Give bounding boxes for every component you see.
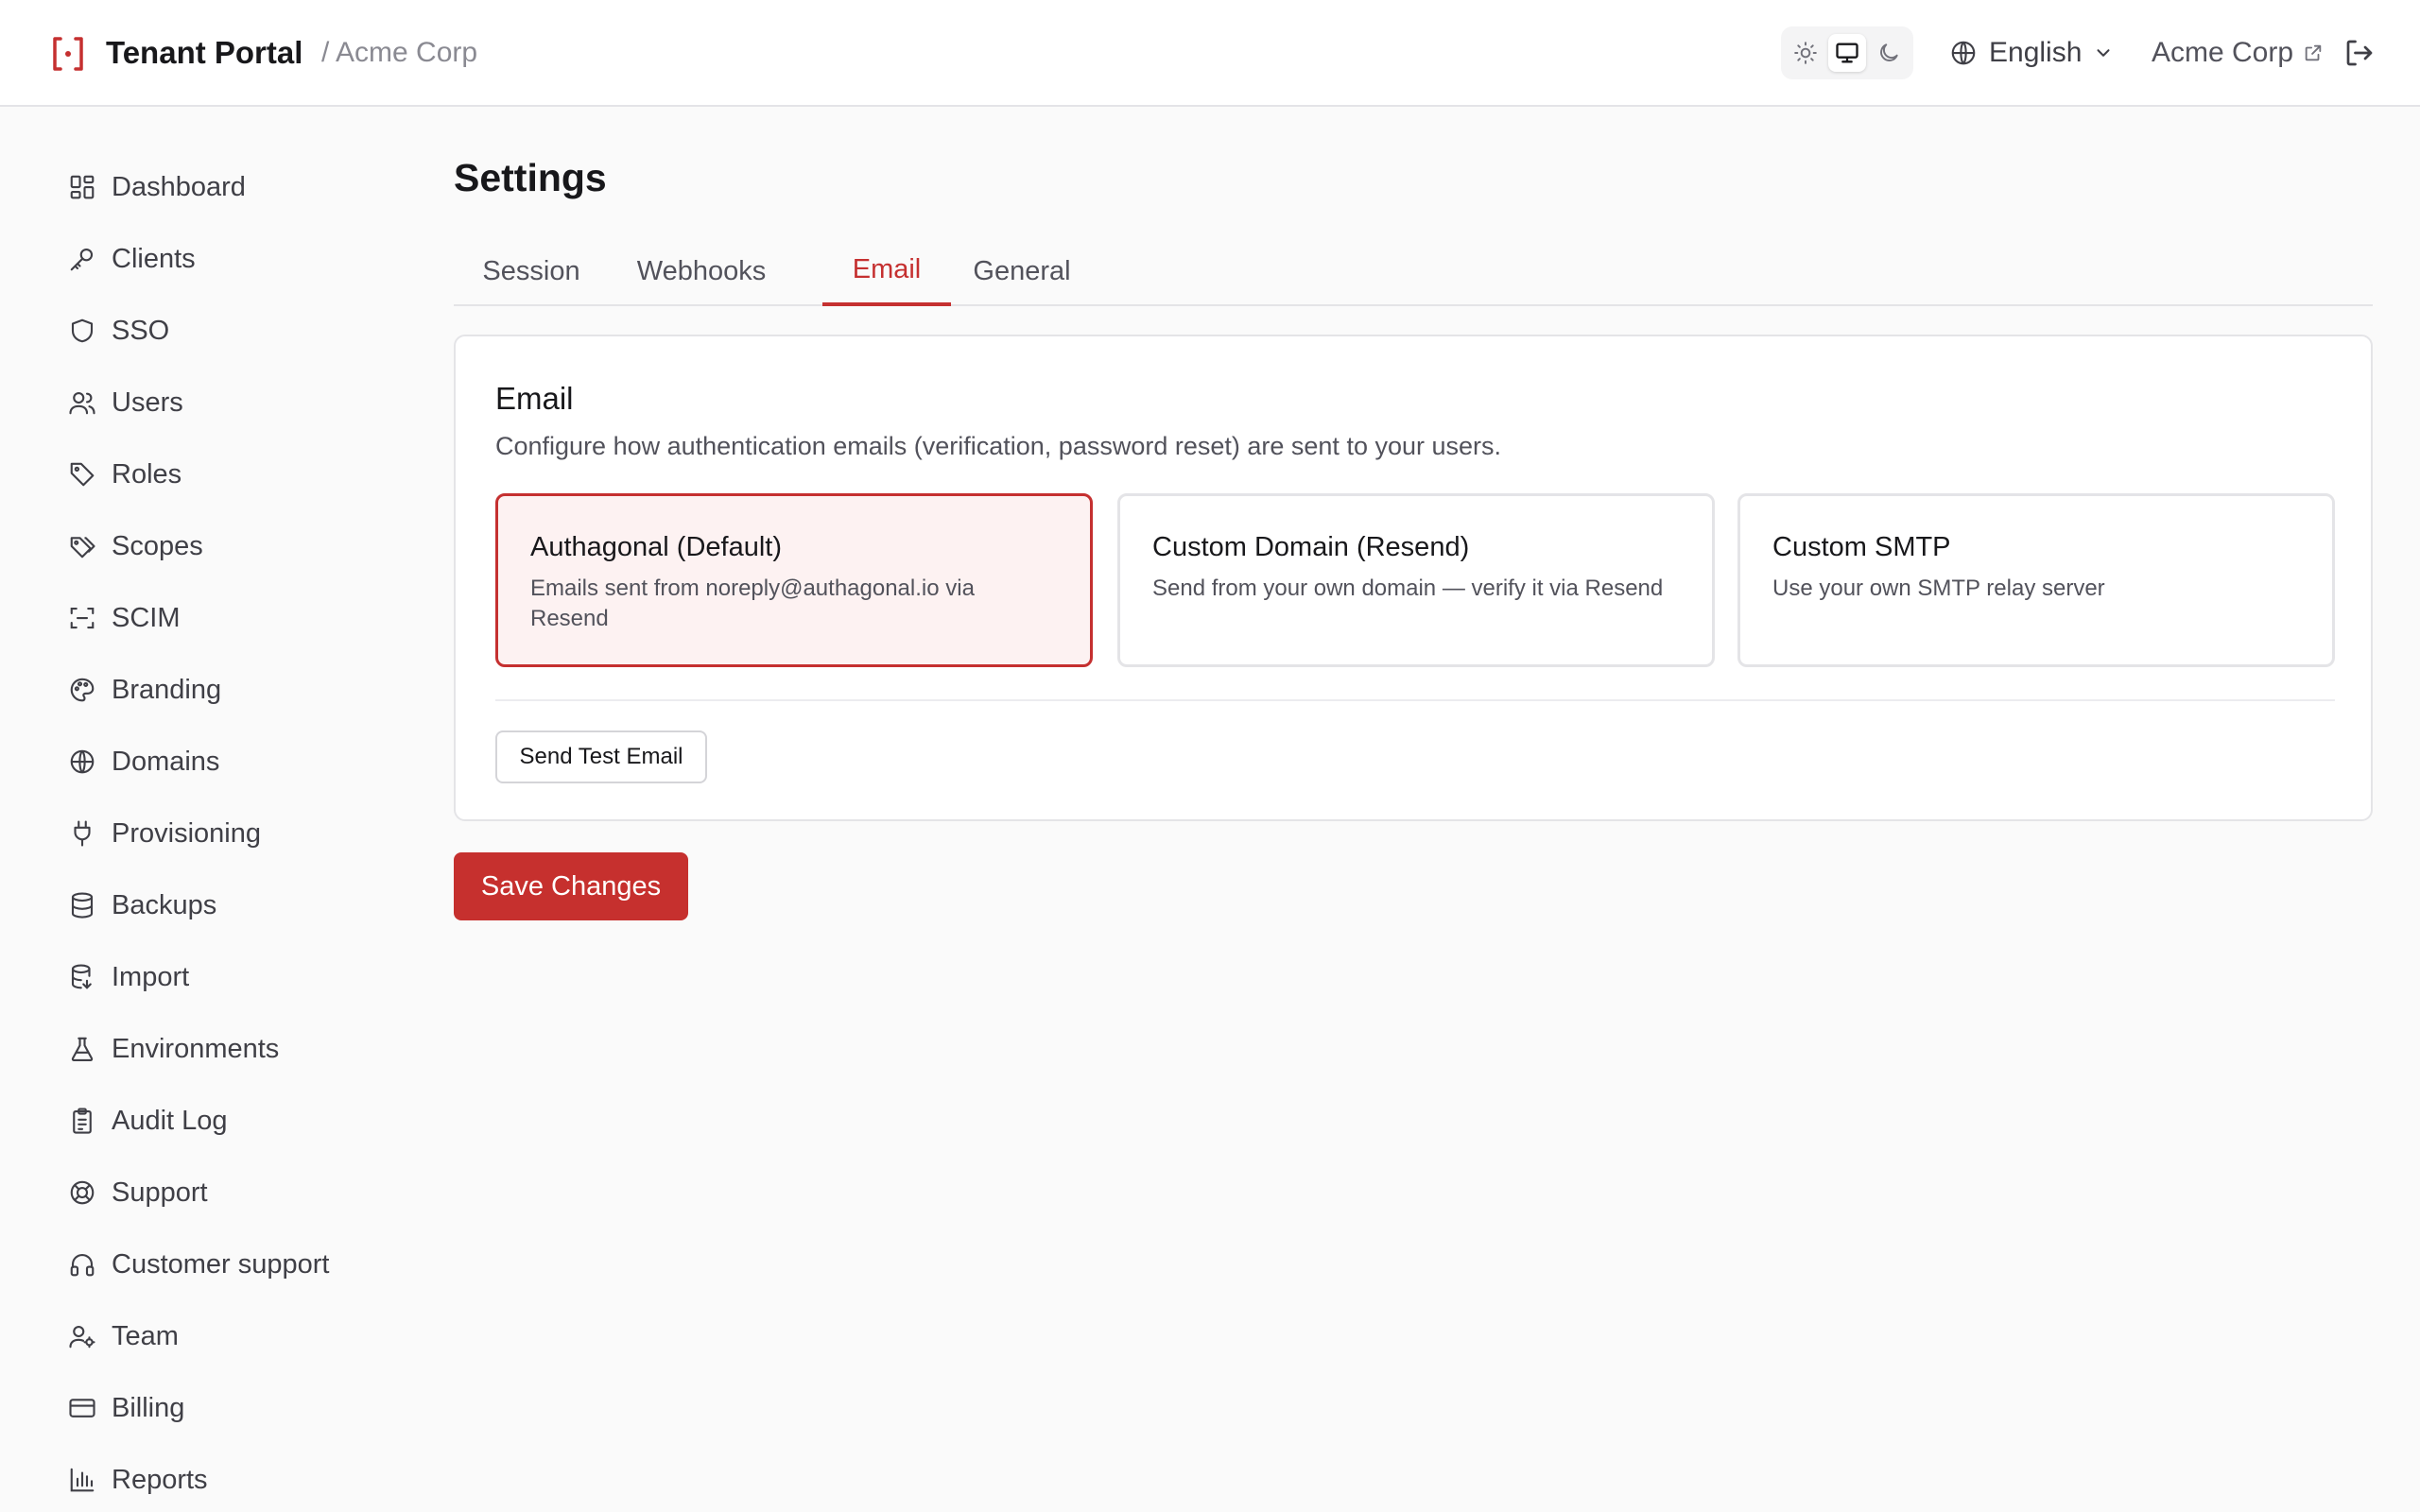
sidebar-item-label: Billing [112, 1392, 185, 1423]
sidebar-item-label: Backups [112, 889, 217, 920]
scan-icon [70, 607, 95, 629]
bar-chart-icon [70, 1468, 95, 1492]
palette-icon [70, 678, 95, 702]
sidebar-item-label: Branding [112, 674, 222, 705]
sidebar-item-label: Clients [112, 243, 196, 274]
sidebar-item-label: Reports [112, 1464, 208, 1495]
clipboard-icon [73, 1108, 92, 1134]
sidebar-item-scim[interactable]: SCIM [53, 589, 374, 647]
email-option-custom-domain[interactable]: Custom Domain (Resend) Send from your ow… [1117, 493, 1715, 667]
option-title: Custom SMTP [1772, 532, 1951, 562]
email-option-authagonal[interactable]: Authagonal (Default) Emails sent from no… [495, 493, 1093, 667]
sidebar-item-label: Users [112, 387, 183, 418]
plug-icon [74, 820, 91, 847]
monitor-icon [1836, 43, 1858, 63]
page-title: Settings [454, 156, 607, 199]
key-icon [70, 248, 94, 271]
tab-webhooks[interactable]: Webhooks [609, 236, 794, 306]
option-description: Use your own SMTP relay server [1772, 576, 2105, 601]
tab-general[interactable]: General [951, 236, 1093, 306]
sidebar-item-label: Import [112, 961, 190, 992]
sidebar: Dashboard Clients SSO Users Roles Scopes… [0, 109, 397, 1512]
option-description: Emails sent from noreply@authagonal.io v… [530, 576, 975, 631]
sidebar-item-label: SSO [112, 315, 170, 346]
sidebar-item-provisioning[interactable]: Provisioning [53, 804, 374, 863]
logout-icon[interactable] [2342, 36, 2377, 70]
logo-icon [53, 37, 83, 71]
option-title: Authagonal (Default) [530, 532, 782, 562]
user-cog-icon [69, 1325, 95, 1349]
option-description: Send from your own domain — verify it vi… [1152, 576, 1664, 601]
sidebar-item-label: Dashboard [112, 171, 246, 202]
globe-icon [70, 749, 95, 774]
tab-email[interactable]: Email [822, 236, 951, 306]
flask-icon [71, 1037, 94, 1061]
sidebar-item-customer-support[interactable]: Customer support [53, 1235, 374, 1294]
save-changes-button[interactable]: Save Changes [454, 852, 688, 920]
lifebuoy-icon [70, 1180, 95, 1205]
email-settings-card: Email Configure how authentication email… [454, 335, 2373, 821]
settings-tabs: Session Webhooks Email General [454, 236, 2373, 306]
globe-icon [1951, 41, 1976, 65]
shield-icon [71, 318, 94, 343]
sidebar-item-label: Provisioning [112, 817, 261, 849]
sidebar-item-dashboard[interactable]: Dashboard [53, 158, 374, 216]
sidebar-item-reports[interactable]: Reports [53, 1451, 374, 1509]
sidebar-item-label: Support [112, 1177, 208, 1208]
card-description: Configure how authentication emails (ver… [495, 432, 1502, 460]
sidebar-item-label: Scopes [112, 530, 203, 561]
sidebar-item-label: Domains [112, 746, 220, 777]
sidebar-item-label: SCIM [112, 602, 181, 633]
sidebar-item-audit-log[interactable]: Audit Log [53, 1091, 374, 1150]
sidebar-item-environments[interactable]: Environments [53, 1020, 374, 1078]
card-title: Email [495, 381, 574, 416]
headphones-icon [70, 1253, 95, 1277]
theme-system-button[interactable] [1828, 34, 1866, 72]
language-selector[interactable]: English [1949, 28, 2114, 77]
database-import-icon [71, 964, 92, 989]
database-icon [71, 892, 94, 919]
theme-light-button[interactable] [1787, 34, 1824, 72]
sidebar-item-clients[interactable]: Clients [53, 230, 374, 288]
sidebar-item-label: Audit Log [112, 1105, 228, 1136]
app-title: Tenant Portal [106, 35, 303, 70]
tag-icon [70, 462, 95, 487]
credit-card-icon [69, 1399, 95, 1418]
sidebar-item-scopes[interactable]: Scopes [53, 517, 374, 576]
sidebar-item-import[interactable]: Import [53, 948, 374, 1006]
sidebar-item-domains[interactable]: Domains [53, 732, 374, 791]
external-link-icon [2305, 44, 2322, 61]
language-label: English [1989, 37, 2083, 68]
breadcrumb: / Acme Corp [321, 37, 478, 68]
sidebar-item-label: Environments [112, 1033, 280, 1064]
divider [495, 699, 2335, 701]
tab-session[interactable]: Session [454, 236, 609, 306]
option-title: Custom Domain (Resend) [1152, 532, 1470, 562]
tenant-link[interactable]: Acme Corp [2152, 28, 2324, 77]
sidebar-item-label: Team [112, 1320, 179, 1351]
sidebar-item-branding[interactable]: Branding [53, 661, 374, 719]
moon-icon [1880, 43, 1898, 61]
sidebar-item-roles[interactable]: Roles [53, 445, 374, 504]
chevron-down-icon [2097, 49, 2110, 57]
theme-dark-button[interactable] [1870, 34, 1908, 72]
tenant-label: Acme Corp [2152, 37, 2294, 68]
sidebar-item-billing[interactable]: Billing [53, 1379, 374, 1437]
send-test-email-button[interactable]: Send Test Email [495, 730, 707, 783]
sidebar-item-backups[interactable]: Backups [53, 876, 374, 935]
sun-icon [1794, 42, 1817, 64]
theme-toggle [1781, 26, 1913, 79]
sidebar-item-sso[interactable]: SSO [53, 301, 374, 360]
users-icon [69, 391, 95, 415]
sidebar-item-label: Customer support [112, 1248, 330, 1280]
sidebar-item-users[interactable]: Users [53, 373, 374, 432]
sidebar-item-support[interactable]: Support [53, 1163, 374, 1222]
dashboard-icon [70, 175, 95, 199]
tags-icon [70, 537, 95, 558]
email-option-custom-smtp[interactable]: Custom SMTP Use your own SMTP relay serv… [1737, 493, 2335, 667]
sidebar-item-label: Roles [112, 458, 182, 490]
top-header: Tenant Portal / Acme Corp English Acme C… [0, 0, 2420, 107]
sidebar-item-team[interactable]: Team [53, 1307, 374, 1366]
